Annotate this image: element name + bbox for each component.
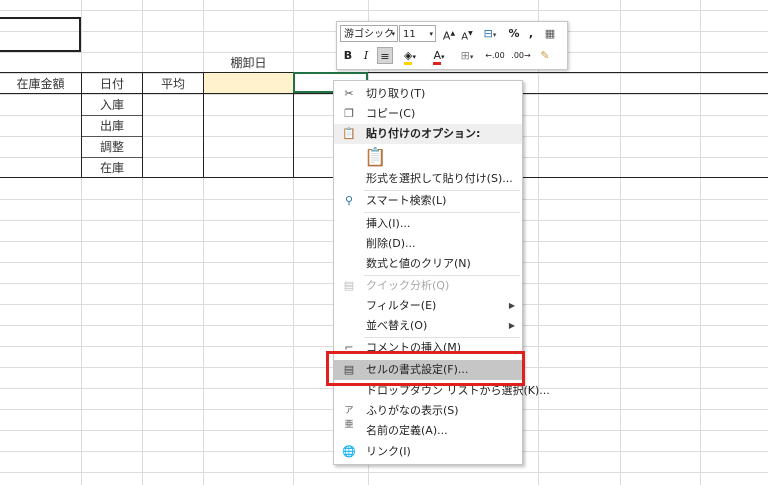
header-cell-stock-amount: 在庫金額 [16,77,65,91]
menu-item-smart-lookup[interactable]: ⚲ スマート検索(L) [334,191,522,211]
chevron-down-icon: ▾ [391,30,395,38]
borders-icon: ⊞ [460,49,470,62]
chevron-right-icon: ▶ [508,321,515,330]
font-name-select[interactable]: 游ゴシック ▾ [340,25,398,42]
menu-item-label: クイック分析(Q) [366,279,450,292]
chevron-down-icon: ▾ [412,53,416,61]
row-label-stock: 在庫 [99,161,124,175]
menu-item-clear-contents[interactable]: 数式と値のクリア(N) [334,254,522,274]
menu-item-label: リンク(I) [366,445,411,458]
align-center-button[interactable]: ≡ [377,47,393,64]
font-size-select[interactable]: 11 ▾ [399,25,436,42]
menu-item-define-name[interactable]: 名前の定義(A)... [334,421,522,441]
row-label-receipt: 入庫 [99,98,124,112]
row-label-adjustment: 調整 [99,140,124,154]
fill-color-button[interactable]: ◈▾ [397,47,423,65]
paste-clipboard-icon: 📋 [364,147,387,168]
font-color-icon: A [433,50,441,65]
currency-icon: ⊟ [483,27,493,40]
format-painter-icon[interactable]: ▦ [542,26,558,42]
menu-section-paste-options: 📋 貼り付けのオプション: [334,124,522,144]
increase-decimal-button[interactable]: ←.00 [483,47,507,64]
italic-button[interactable]: I [359,47,373,64]
chevron-down-icon: ▾ [469,53,474,61]
menu-item-quick-analysis: ▤ クイック分析(Q) [334,276,522,296]
menu-item-label: スマート検索(L) [366,194,447,207]
align-center-icon: ≡ [380,50,390,63]
scissors-icon: ✂ [344,87,354,100]
menu-item-filter[interactable]: フィルター(E) ▶ [334,296,522,316]
selected-cell[interactable] [204,73,293,93]
decrease-decimal-button[interactable]: .00→ [509,47,533,64]
decrease-decimal-label: .00 [511,51,525,60]
menu-item-label: ふりがなの表示(S) [366,404,459,417]
copy-icon: ❐ [344,107,354,120]
decrease-decimal-icon: → [524,51,531,60]
menu-item-label: 挿入(I)... [366,217,411,230]
number-format-button[interactable]: ⊟▾ [477,26,503,42]
quick-analysis-icon: ▤ [343,279,355,292]
header-cell-date: 日付 [99,77,124,91]
menu-section-label: 貼り付けのオプション: [366,127,481,140]
eraser-button[interactable]: ✎ [537,47,553,64]
chevron-down-icon: ▾ [429,30,433,38]
chevron-down-icon: ▾ [441,53,445,61]
menu-item-label: コピー(C) [366,107,416,120]
chevron-right-icon: ▶ [508,301,515,310]
percent-button[interactable]: % [507,26,521,42]
menu-item-label: 並べ替え(O) [366,319,428,332]
mini-toolbar: 游ゴシック ▾ 11 ▾ A▲ A▼ ⊟▾ % , ▦ B I ≡ ◈▾ A▾ … [336,21,568,70]
menu-item-sort[interactable]: 並べ替え(O) ▶ [334,316,522,336]
link-icon: 🌐 [342,445,356,458]
menu-item-label: 数式と値のクリア(N) [366,257,471,270]
eraser-icon: ✎ [540,49,550,62]
chevron-down-icon: ▾ [492,31,497,39]
font-color-button[interactable]: A▾ [427,47,451,65]
menu-item-insert[interactable]: 挿入(I)... [334,214,522,234]
bold-button[interactable]: B [341,47,355,64]
highlight-frame [326,351,525,386]
menu-item-link[interactable]: 🌐 リンク(I) [334,442,522,462]
shrink-font-button[interactable]: A▼ [459,26,475,42]
menu-item-delete[interactable]: 削除(D)... [334,234,522,254]
phonetic-icon: ア亜 [344,406,354,430]
increase-decimal-icon: ← [485,51,492,60]
menu-item-label: 切り取り(T) [366,87,426,100]
context-menu: ✂ 切り取り(T) ❐ コピー(C) 📋 貼り付けのオプション: 📋 形式を選択… [333,80,550,465]
row-label-shipment: 出庫 [99,119,124,133]
search-icon: ⚲ [344,194,354,207]
menu-item-copy[interactable]: ❐ コピー(C) [334,104,522,124]
font-size-value: 11 [403,29,416,40]
clipboard-icon: 📋 [342,127,356,140]
font-name-value: 游ゴシック [344,29,394,40]
tanaoroshi-date-label: 棚卸日 [230,56,267,70]
borders-button[interactable]: ⊞▾ [455,47,479,64]
grow-font-button[interactable]: A▲ [441,26,457,43]
paste-button[interactable]: 📋 [364,145,386,171]
menu-item-label: フィルター(E) [366,299,437,312]
menu-item-label: 形式を選択して貼り付け(S)... [366,172,513,185]
comma-button[interactable]: , [525,26,537,42]
header-cell-average: 平均 [160,77,185,91]
increase-decimal-label: .00 [491,51,505,60]
menu-item-cut[interactable]: ✂ 切り取り(T) [334,84,522,104]
menu-item-label: 名前の定義(A)... [366,424,448,437]
menu-item-label: 削除(D)... [366,237,416,250]
menu-item-paste-special[interactable]: 形式を選択して貼り付け(S)... [334,169,522,189]
menu-item-show-phonetic[interactable]: ア亜 ふりがなの表示(S) [334,401,522,430]
